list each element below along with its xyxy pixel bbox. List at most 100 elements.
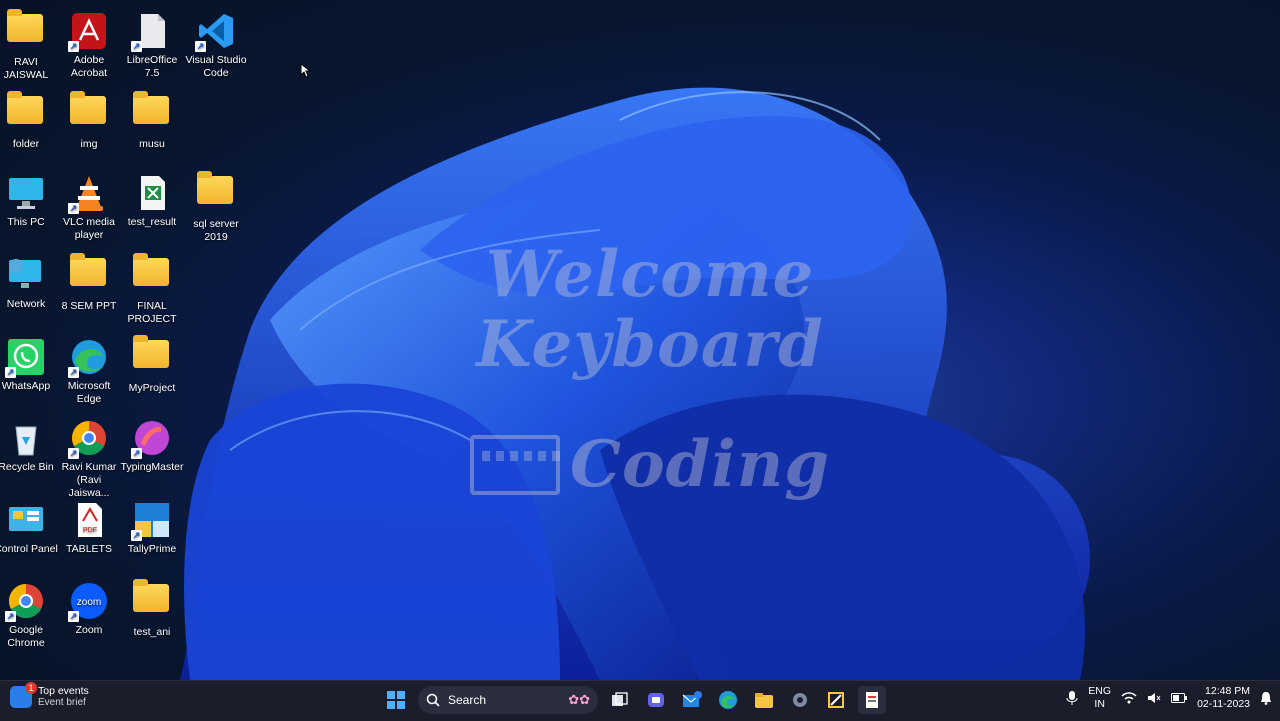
desktop-icon-label: musu: [139, 138, 165, 150]
settings-button[interactable]: [786, 686, 814, 714]
app-icon: [866, 692, 878, 708]
desktop-icon[interactable]: sql server 2019: [183, 170, 249, 244]
desktop-icon[interactable]: RAVI JAISWAL: [0, 8, 59, 82]
flowers-icon: ✿✿: [568, 692, 590, 707]
shortcut-arrow-icon: ↗: [131, 448, 142, 459]
desktop-icon-label: TypingMaster: [120, 461, 184, 473]
monitor-icon: [7, 174, 45, 212]
libreoffice-icon: ↗: [131, 12, 171, 52]
snipping-tool-button[interactable]: [822, 686, 850, 714]
desktop-icon-label: Network: [6, 298, 46, 310]
wifi-icon[interactable]: [1121, 692, 1137, 704]
desktop-icon[interactable]: ↗ VLC media player: [56, 170, 122, 242]
desktop-icon[interactable]: ↗ Visual Studio Code: [183, 8, 249, 80]
edge-icon: [719, 691, 737, 709]
mail-button[interactable]: [678, 686, 706, 714]
active-app-button[interactable]: [858, 686, 886, 714]
clock-date: 02-11-2023: [1197, 698, 1250, 710]
taskbar: Top events Event brief Search ✿✿: [0, 680, 1280, 721]
system-tray: ENG IN 12:48 PM 02-11-2023: [1066, 685, 1272, 711]
desktop-icon[interactable]: ↗ TypingMaster: [119, 415, 185, 474]
desktop-icon[interactable]: PDF TABLETS: [56, 497, 122, 556]
folder-icon: [7, 91, 45, 134]
shortcut-arrow-icon: ↗: [68, 448, 79, 459]
desktop-icon[interactable]: img: [56, 90, 122, 151]
file-explorer-icon: [755, 693, 773, 708]
widget-subtitle: Event brief: [38, 697, 86, 708]
snipping-icon: [828, 692, 844, 708]
file-explorer-button[interactable]: [750, 686, 778, 714]
clock[interactable]: 12:48 PM 02-11-2023: [1197, 685, 1250, 711]
desktop-icon-label: Ravi Kumar (Ravi Jaiswa...: [61, 461, 117, 499]
vscode-icon: ↗: [195, 12, 235, 52]
language-code: ENG: [1088, 685, 1112, 697]
settings-icon: [793, 693, 807, 707]
typingmaster-icon: ↗: [131, 419, 171, 459]
widget-title: Top events: [38, 685, 89, 697]
search-icon: [426, 693, 440, 707]
clock-time: 12:48 PM: [1205, 685, 1250, 697]
edge-button[interactable]: [714, 686, 742, 714]
desktop-icon-label: Zoom: [75, 624, 103, 636]
keyboard-icon: [470, 435, 561, 495]
news-widget-icon: [10, 681, 37, 708]
desktop-icon-label: VLC media player: [63, 216, 115, 241]
edge-icon: ↗: [68, 338, 108, 378]
desktop-icon[interactable]: 8 SEM PPT: [56, 252, 122, 313]
channel-watermark: Welcome Keyboard Coding: [380, 240, 920, 500]
shortcut-arrow-icon: ↗: [5, 611, 16, 622]
desktop-icon[interactable]: FINAL PROJECT: [119, 252, 185, 326]
teams-icon: [648, 693, 664, 707]
watermark-line1: Welcome Keyboard: [476, 237, 824, 382]
desktop-icon[interactable]: ↗ Adobe Acrobat: [56, 8, 122, 80]
microphone-icon[interactable]: [1066, 690, 1078, 706]
recycle-bin-icon: [7, 419, 45, 457]
teams-chat-button[interactable]: [642, 686, 670, 714]
notification-bell-icon[interactable]: [1260, 691, 1272, 705]
shortcut-arrow-icon: ↗: [195, 41, 206, 52]
battery-icon[interactable]: [1171, 693, 1188, 703]
language-indicator[interactable]: ENG IN: [1088, 685, 1111, 711]
desktop-icon[interactable]: ↗ Microsoft Edge: [56, 334, 122, 406]
desktop-icon[interactable]: MyProject: [119, 334, 185, 395]
chrome-profile-icon: ↗: [68, 419, 108, 459]
shortcut-arrow-icon: ↗: [68, 367, 79, 378]
desktop-icon-label: test_ani: [133, 626, 171, 638]
pdf-file-icon: PDF: [70, 501, 108, 539]
user-folder-icon: [7, 9, 45, 52]
search-label: Search: [448, 693, 487, 707]
desktop-icon[interactable]: ↗ WhatsApp: [0, 334, 59, 393]
desktop-icon-label: TABLETS: [66, 543, 112, 555]
desktop-icon[interactable]: folder: [0, 90, 59, 151]
desktop-icon[interactable]: This PC: [0, 170, 59, 229]
desktop-icon-label: folder: [12, 138, 40, 150]
start-button[interactable]: [382, 686, 410, 714]
shortcut-arrow-icon: ↗: [68, 611, 79, 622]
desktop-icon[interactable]: ↗ LibreOffice 7.5: [119, 8, 185, 80]
network-icon: [7, 256, 45, 294]
desktop-icon[interactable]: test_ani: [119, 578, 185, 639]
taskbar-search-box[interactable]: Search ✿✿: [418, 686, 598, 714]
desktop-icon[interactable]: musu: [119, 90, 185, 151]
widgets-button[interactable]: Top events Event brief: [10, 681, 89, 708]
desktop-icon-label: WhatsApp: [1, 380, 51, 392]
desktop-icon-label: Microsoft Edge: [67, 380, 111, 405]
task-view-button[interactable]: [606, 686, 634, 714]
whatsapp-icon: ↗: [5, 338, 45, 378]
desktop-icon[interactable]: Network: [0, 252, 59, 311]
desktop-icon[interactable]: Control Panel: [0, 497, 59, 556]
shortcut-arrow-icon: ↗: [131, 41, 142, 52]
desktop-icon[interactable]: ↗ Ravi Kumar (Ravi Jaiswa...: [56, 415, 122, 500]
desktop-icon[interactable]: zoom ↗ Zoom: [56, 578, 122, 637]
folder-icon: [133, 91, 171, 134]
shortcut-arrow-icon: ↗: [5, 367, 16, 378]
desktop-icon-label: MyProject: [128, 382, 176, 394]
speaker-muted-icon[interactable]: [1147, 692, 1161, 704]
desktop-icon[interactable]: ↗ Google Chrome: [0, 578, 59, 650]
desktop-icon[interactable]: ↗ TallyPrime: [119, 497, 185, 556]
desktop-icon[interactable]: test_result: [119, 170, 185, 229]
watermark-line2: Coding: [570, 427, 830, 502]
acrobat-icon: ↗: [68, 12, 108, 52]
desktop-icon[interactable]: Recycle Bin: [0, 415, 59, 474]
desktop-icon-label: LibreOffice 7.5: [126, 54, 178, 79]
